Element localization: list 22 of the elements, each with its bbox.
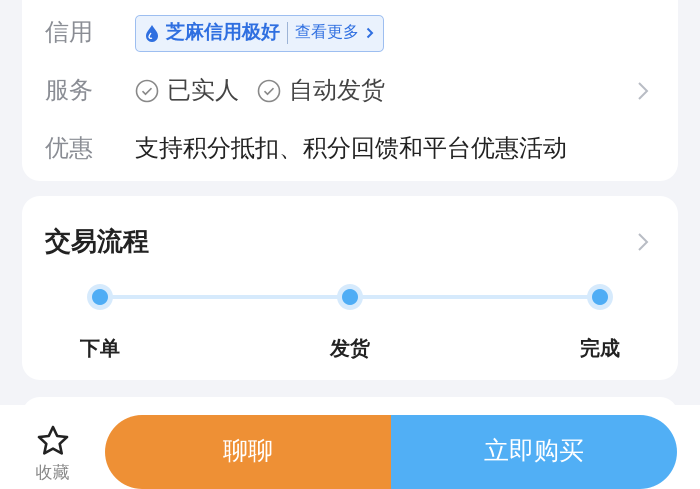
chevron-right-icon[interactable]: [637, 232, 649, 252]
favorite-button[interactable]: 收藏: [0, 405, 105, 486]
chat-button[interactable]: 聊聊: [105, 415, 391, 489]
credit-badge[interactable]: 芝麻信用极好 查看更多: [135, 14, 384, 52]
section-title: 交易流程: [45, 225, 149, 258]
row-label: 信用: [45, 18, 94, 48]
chevron-right-icon: [366, 27, 374, 39]
step-label: 下单: [80, 337, 120, 362]
credit-rating: 芝麻信用极好: [166, 20, 280, 45]
check-circle-icon: [257, 79, 281, 103]
step-label: 发货: [330, 337, 370, 362]
row-label: 服务: [45, 76, 94, 106]
star-icon: [36, 425, 68, 456]
discount-text: 支持积分抵扣、积分回馈和平台优惠活动: [135, 134, 567, 164]
buy-button[interactable]: 立即购买: [391, 415, 677, 489]
check-circle-icon: [135, 79, 159, 103]
view-more-link[interactable]: 查看更多: [295, 21, 359, 45]
service-tag: 已实人: [167, 73, 239, 109]
service-tag: 自动发货: [289, 73, 385, 109]
row-label: 优惠: [45, 134, 94, 164]
chevron-right-icon[interactable]: [637, 81, 649, 101]
step-label: 完成: [580, 336, 620, 362]
